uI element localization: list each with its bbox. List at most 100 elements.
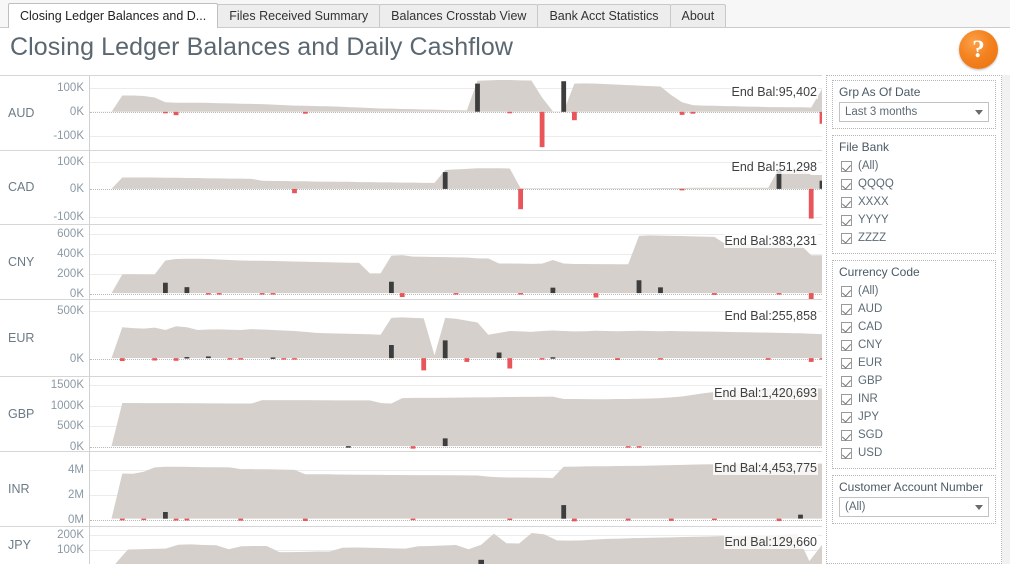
currency-code-item-5[interactable]: GBP <box>839 372 989 390</box>
file-bank-item-0[interactable]: (All) <box>839 157 989 175</box>
chart-row-cad: CAD100K0K-100KEnd Bal:51,298 <box>0 151 822 225</box>
y-tick-label: 0K <box>70 441 84 452</box>
currency-code-item-7[interactable]: JPY <box>839 408 989 426</box>
outflow-bar <box>174 112 179 115</box>
vertical-scrollbar[interactable] <box>1002 75 1010 564</box>
checkbox-icon[interactable] <box>841 412 852 423</box>
checkbox-icon[interactable] <box>841 358 852 369</box>
outflow-bar <box>658 358 663 359</box>
inflow-bar <box>637 280 642 293</box>
checkbox-icon[interactable] <box>841 197 852 208</box>
filter-currency-code: Currency Code (All)AUDCADCNYEURGBPINRJPY… <box>832 260 996 469</box>
customer-account-number-value: (All) <box>845 501 865 513</box>
page-title: Closing Ledger Balances and Daily Cashfl… <box>10 33 513 62</box>
dashboard-body: AUD100K0K-100KEnd Bal:95,402CAD100K0K-10… <box>0 75 1010 564</box>
outflow-bar <box>260 293 265 294</box>
checkbox-icon[interactable] <box>841 376 852 387</box>
outflow-bar <box>572 519 577 522</box>
currency-code-item-4[interactable]: EUR <box>839 354 989 372</box>
currency-code-item-1[interactable]: AUD <box>839 300 989 318</box>
outflow-bar <box>594 293 599 297</box>
checkbox-icon[interactable] <box>841 161 852 172</box>
y-tick-label: 1000K <box>51 400 84 412</box>
currency-code-item-3[interactable]: CNY <box>839 336 989 354</box>
inflow-bar <box>443 438 448 446</box>
checkbox-label: YYYY <box>858 214 889 226</box>
outflow-bar <box>809 293 814 299</box>
customer-account-number-select[interactable]: (All) <box>839 497 989 517</box>
inflow-bar <box>346 446 351 447</box>
inflow-bar <box>478 560 484 564</box>
help-icon[interactable]: ? <box>959 30 998 69</box>
chart-row-eur: EUR500K0KEnd Bal:255,858 <box>0 300 822 377</box>
plot-area[interactable] <box>90 76 822 150</box>
checkbox-label: INR <box>858 393 878 405</box>
checkbox-label: (All) <box>858 160 878 172</box>
inflow-bar <box>163 283 168 293</box>
grp-as-of-date-select[interactable]: Last 3 months <box>839 102 989 122</box>
currency-code-item-8[interactable]: SGD <box>839 426 989 444</box>
y-axis: 500K0K <box>30 300 88 376</box>
filter-title: File Bank <box>839 140 989 154</box>
filter-customer-account-number: Customer Account Number (All) <box>832 475 996 524</box>
dashboard-header: Closing Ledger Balances and Daily Cashfl… <box>0 28 1010 75</box>
outflow-bar <box>637 446 642 447</box>
tab-2[interactable]: Balances Crosstab View <box>379 4 538 27</box>
outflow-bar <box>238 358 243 359</box>
currency-code-item-6[interactable]: INR <box>839 390 989 408</box>
outflow-bar <box>507 358 512 368</box>
plot-area[interactable] <box>90 151 822 224</box>
checkbox-icon[interactable] <box>841 233 852 244</box>
file-bank-item-4[interactable]: ZZZZ <box>839 229 989 247</box>
tab-0[interactable]: Closing Ledger Balances and D... <box>8 3 218 28</box>
checkbox-icon[interactable] <box>841 286 852 297</box>
file-bank-item-1[interactable]: QQQQ <box>839 175 989 193</box>
outflow-bar <box>626 519 631 521</box>
tab-4[interactable]: About <box>670 4 727 27</box>
y-axis: 600K400K200K0K <box>30 225 88 299</box>
outflow-bar <box>421 358 426 370</box>
checkbox-icon[interactable] <box>841 448 852 459</box>
outflow-bar <box>540 358 545 359</box>
currency-code-item-2[interactable]: CAD <box>839 318 989 336</box>
inflow-bar <box>561 505 566 519</box>
outflow-bar <box>152 358 157 360</box>
checkbox-label: XXXX <box>858 196 889 208</box>
tab-1[interactable]: Files Received Summary <box>217 4 380 27</box>
currency-code-item-0[interactable]: (All) <box>839 282 989 300</box>
tab-3[interactable]: Bank Acct Statistics <box>537 4 670 27</box>
currency-code-item-9[interactable]: USD <box>839 444 989 462</box>
outflow-bar <box>712 519 717 520</box>
balance-area <box>90 80 822 112</box>
checkbox-label: CAD <box>858 321 882 333</box>
outflow-bar <box>507 519 512 520</box>
file-bank-item-3[interactable]: YYYY <box>839 211 989 229</box>
outflow-bar <box>540 112 545 147</box>
checkbox-label: (All) <box>858 285 878 297</box>
plot-area[interactable] <box>90 300 822 376</box>
outflow-bar <box>766 358 771 360</box>
plot-area[interactable] <box>90 225 822 299</box>
checkbox-icon[interactable] <box>841 430 852 441</box>
outflow-bar <box>572 112 577 120</box>
filter-title: Grp As Of Date <box>839 85 989 99</box>
outflow-bar <box>400 293 405 297</box>
outflow-bar <box>163 112 168 113</box>
checkbox-icon[interactable] <box>841 215 852 226</box>
tab-bar: Closing Ledger Balances and D...Files Re… <box>0 0 1010 28</box>
inflow-bar <box>551 357 556 358</box>
y-tick-label: 4M <box>68 464 84 476</box>
outflow-bar <box>669 519 674 521</box>
checkbox-icon[interactable] <box>841 394 852 405</box>
y-tick-label: 100K <box>57 544 84 556</box>
file-bank-item-2[interactable]: XXXX <box>839 193 989 211</box>
checkbox-icon[interactable] <box>841 322 852 333</box>
inflow-bar <box>443 172 448 189</box>
checkbox-icon[interactable] <box>841 179 852 190</box>
y-tick-label: 100K <box>57 156 84 168</box>
outflow-bar <box>454 293 459 294</box>
end-balance-label: End Bal:383,231 <box>724 234 818 248</box>
checkbox-icon[interactable] <box>841 304 852 315</box>
checkbox-icon[interactable] <box>841 340 852 351</box>
plot-area[interactable] <box>90 527 822 564</box>
